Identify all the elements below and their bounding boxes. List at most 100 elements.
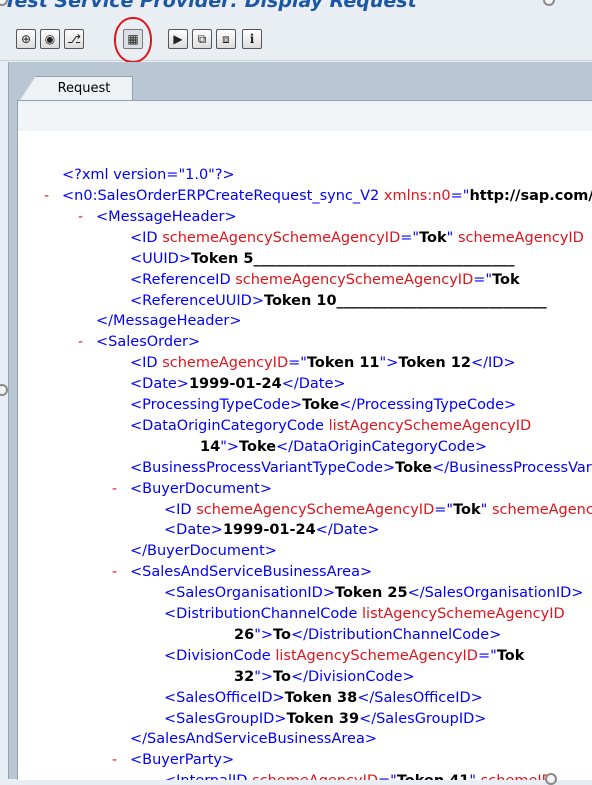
globe-glyph: ◉	[44, 32, 56, 46]
paste-icon[interactable]: ⧈	[216, 29, 236, 49]
export-icon[interactable]: ▶	[168, 29, 188, 49]
xml-tag: </ID>	[470, 355, 516, 372]
xml-attribute: schemeAgencySchemeAgencyID	[235, 271, 474, 288]
xml-line: <ReferenceUUID>Token 10_________________…	[130, 291, 547, 312]
xml-tag: <SalesOrganisationID>	[164, 585, 335, 602]
xml-tag: <BuyerParty>	[130, 752, 235, 769]
xml-line: <SalesGroupID>Token 39</SalesGroupID>	[164, 709, 486, 730]
resize-handle-side[interactable]	[0, 384, 8, 396]
xml-line: <ID schemeAgencySchemeAgencyID="Tok" sch…	[164, 500, 592, 521]
xml-tag: </DataOriginCategoryCode>	[276, 438, 488, 455]
xml-tag: <ReferenceUUID>	[130, 292, 264, 309]
xml-value: Tok	[453, 501, 481, 518]
xml-line: <n0:SalesOrderERPCreateRequest_sync_V2 x…	[62, 186, 592, 207]
xml-value: To	[273, 668, 291, 685]
grid-view-icon[interactable]: ▦	[123, 29, 143, 49]
xml-value: 14	[200, 438, 221, 455]
xml-tag: <ReferenceID	[130, 271, 236, 288]
xml-tag: <SalesAndServiceBusinessArea>	[130, 564, 373, 581]
xml-line: <DivisionCode listAgencySchemeAgencyID="…	[164, 646, 524, 667]
xml-tag: </SalesOfficeID>	[357, 689, 483, 706]
xml-line: <BuyerDocument>	[130, 479, 272, 500]
xml-value: Token 10_____________________________	[263, 292, 547, 309]
execute-icon[interactable]: ⊕	[16, 29, 36, 49]
xml-line: <Date>1999-01-24</Date>	[164, 520, 380, 541]
xml-tag: <SalesOfficeID>	[164, 689, 285, 706]
xml-value: Token 12	[398, 355, 471, 372]
resize-handle-bottom[interactable]	[545, 773, 557, 785]
collapse-toggle[interactable]: -	[112, 479, 117, 500]
xml-tag: </SalesAndServiceBusinessArea>	[130, 731, 377, 748]
application-toolbar: ⊕ ◉ ⎇ ▦ ▶ ⧉ ⧈ i	[0, 20, 592, 61]
xml-line: <SalesOrder>	[96, 332, 200, 353]
xml-attribute: schemeAgencyID	[162, 355, 289, 372]
xml-line: 26">To</DistributionChannelCode>	[234, 625, 501, 646]
xml-line: <ID schemeAgencySchemeAgencyID="Tok" sch…	[130, 228, 584, 249]
collapse-toggle[interactable]: -	[44, 186, 49, 207]
xml-tag: </ProcessingTypeCode>	[339, 397, 517, 413]
window-title: Test Service Provider: Display Request	[4, 0, 417, 12]
paste-glyph: ⧈	[222, 32, 230, 46]
xml-tag: <Date>	[130, 376, 189, 393]
xml-declaration-text: <?xml version="1.0"?>	[62, 167, 235, 183]
info-icon[interactable]: i	[242, 29, 262, 49]
xml-value: 32	[234, 668, 255, 685]
export-glyph: ▶	[173, 32, 183, 46]
copy-icon[interactable]: ⧉	[192, 29, 212, 49]
xml-attribute: listAgencySchemeAgencyID	[328, 417, 532, 434]
xml-line: <SalesOfficeID>Token 38</SalesOfficeID>	[164, 688, 483, 709]
xml-tag: ="	[288, 355, 307, 372]
xml-tag: </SalesGroupID>	[359, 710, 487, 727]
collapse-toggle[interactable]: -	[78, 207, 83, 228]
xml-tag: </DivisionCode>	[290, 668, 415, 685]
globe-icon[interactable]: ◉	[40, 29, 60, 49]
xml-line: <ReferenceID schemeAgencySchemeAgencyID=…	[130, 270, 520, 291]
xml-tag: n0:SalesOrderERPCreateRequest_sync_V2	[74, 188, 380, 204]
xml-value: Token 5_________________________________…	[190, 250, 515, 267]
grid-view-glyph: ▦	[127, 32, 139, 46]
xml-tag: <SalesGroupID>	[164, 710, 287, 727]
xml-attribute: schemeAgencySchemeAgencyID	[162, 229, 401, 246]
xml-tag: <	[62, 188, 75, 204]
execute-glyph: ⊕	[20, 32, 32, 46]
xml-line: <BuyerParty>	[130, 750, 234, 771]
xml-value: 26	[234, 626, 255, 643]
xml-value: Toke	[239, 438, 277, 455]
tab-request[interactable]: Request	[20, 76, 133, 100]
xml-tag: </SalesOrganisationID>	[407, 585, 584, 602]
xml-line: <ID schemeAgencyID="Token 11">Token 12</…	[130, 353, 516, 374]
xml-declaration: <?xml version="1.0"?>	[62, 165, 235, 186]
xml-tag: <DistributionChannelCode	[164, 606, 363, 622]
xml-tag: </BuyerDocument>	[130, 543, 277, 560]
xml-tag: ">	[254, 626, 274, 643]
xml-tag: <ID	[164, 501, 197, 518]
xml-line: </SalesAndServiceBusinessArea>	[130, 729, 377, 750]
xml-tag: "	[480, 501, 492, 518]
xml-value: Tok	[492, 271, 520, 288]
xml-viewer[interactable]: <?xml version="1.0"?> - <n0:SalesOrderERP…	[17, 100, 592, 780]
collapse-toggle[interactable]: -	[112, 562, 117, 583]
xml-line: </BuyerDocument>	[130, 541, 277, 562]
xml-tag: ="	[434, 501, 454, 518]
xml-attribute: schemeAgencySchemeAgencyID	[196, 501, 435, 518]
xml-tag: </Date>	[315, 522, 380, 539]
xml-line: </MessageHeader>	[96, 311, 242, 332]
xml-line: <ProcessingTypeCode>Toke</ProcessingType…	[130, 395, 516, 416]
xml-tag: <Date>	[164, 522, 223, 539]
xml-line: <DistributionChannelCode listAgencySchem…	[164, 604, 565, 625]
xml-attribute: listAgencySchemeAgencyID	[275, 647, 478, 664]
xml-tag: ="	[473, 271, 493, 288]
collapse-toggle[interactable]: -	[112, 750, 117, 771]
xml-value: Token 38	[284, 689, 358, 706]
xml-tag: </DistributionChannelCode>	[290, 626, 502, 643]
xml-value: Tok	[419, 229, 447, 246]
xml-value: Token 39	[286, 710, 360, 727]
xml-tag: ">	[379, 355, 399, 372]
xml-tag: </BusinessProcessVariantTypeCode>	[432, 459, 592, 476]
xml-tag: </MessageHeader>	[96, 313, 242, 330]
collapse-toggle[interactable]: -	[78, 332, 83, 353]
xml-tag: <DataOriginCategoryCode	[130, 417, 329, 434]
xml-value: http://sap.com/xi/SAPGlobal20/Global	[469, 188, 592, 204]
xml-tag: ="	[400, 229, 420, 246]
hierarchy-icon[interactable]: ⎇	[64, 29, 84, 49]
